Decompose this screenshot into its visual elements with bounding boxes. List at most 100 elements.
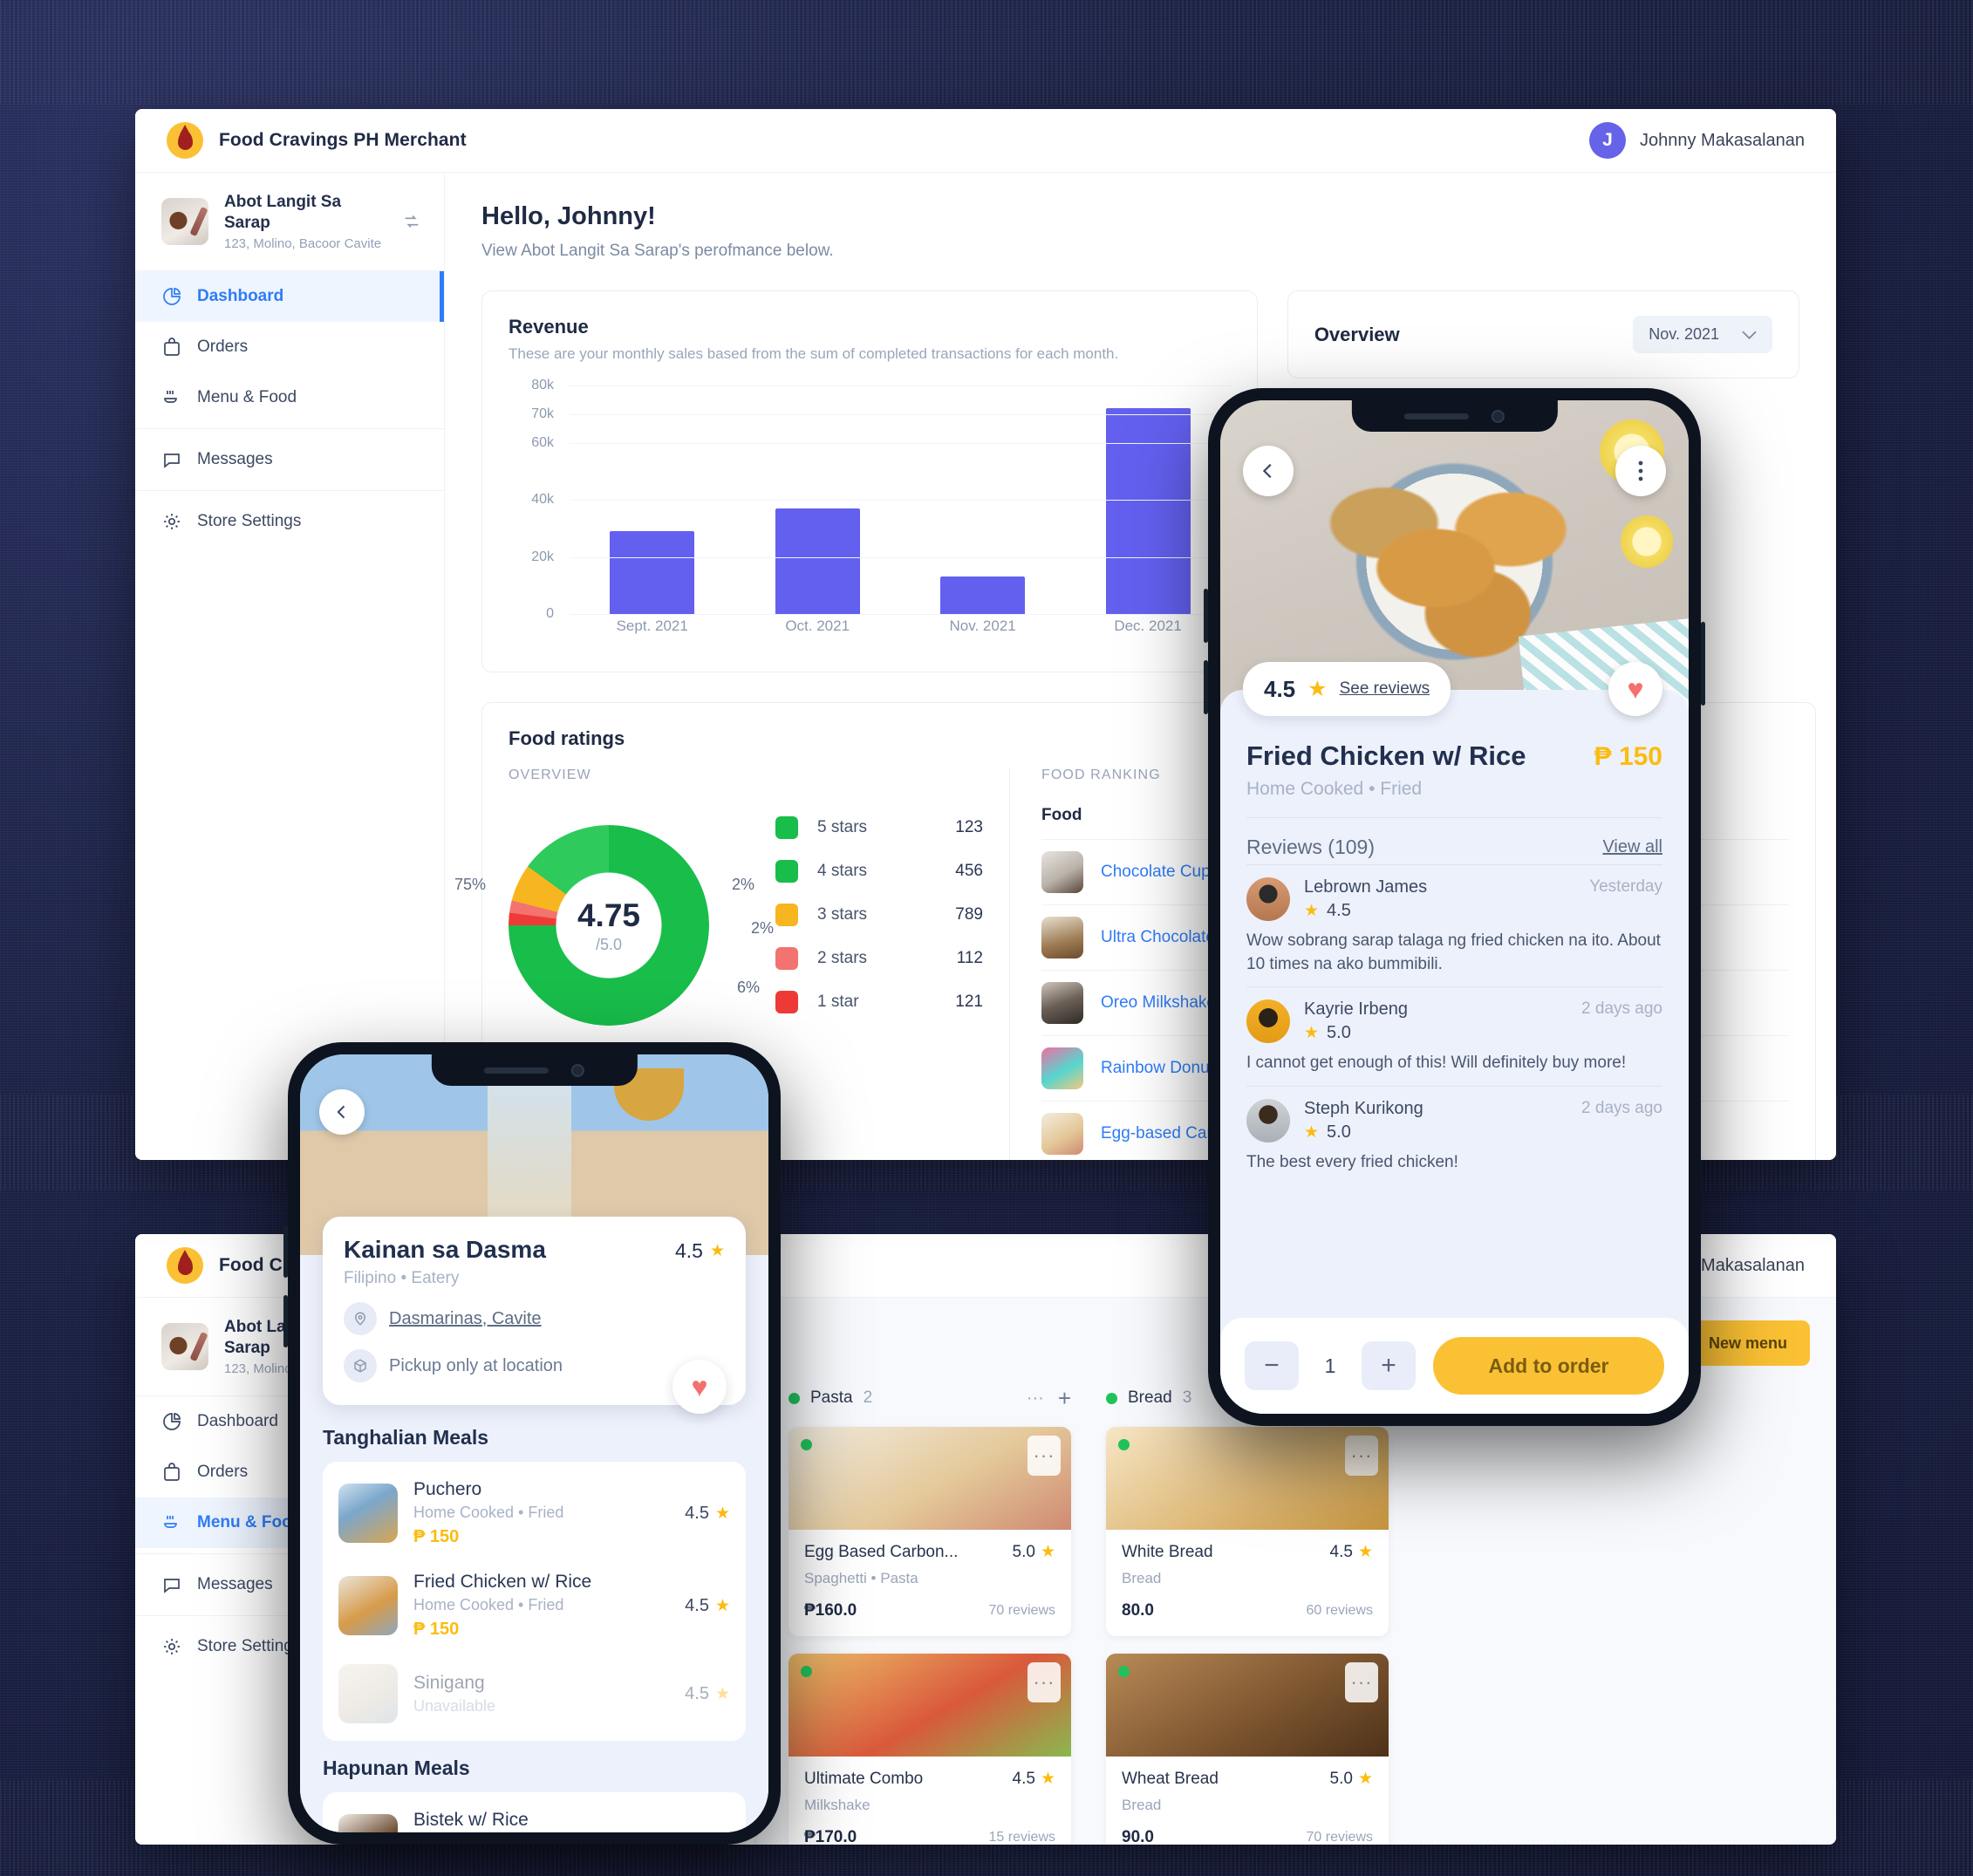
star-icon: ★ [1040,1770,1055,1788]
food-image: ··· [789,1654,1071,1757]
overview-card: Overview Nov. 2021 [1287,290,1799,379]
review-time: 2 days ago [1581,999,1662,1019]
food-card[interactable]: ··· Egg Based Carbon... 5.0 ★ Spaghetti •… [789,1427,1071,1636]
chart-gridline [570,413,1231,415]
ellipsis-icon[interactable]: ··· [1027,1388,1044,1409]
legend-swatch [775,991,798,1013]
bag-icon [164,1462,180,1481]
item-subtitle: Unavailable [413,1696,496,1715]
quantity-decrease-button[interactable]: − [1245,1341,1299,1390]
store-title: Kainan sa Dasma [344,1236,546,1263]
quantity-increase-button[interactable]: + [1362,1341,1416,1390]
revenue-bar-chart: 80k 70k 60k 40k 20k 0 Sept. 2021 Oct. 2021 Nov.… [509,378,1231,647]
add-to-order-button[interactable]: Add to order [1433,1337,1664,1395]
chart-bar[interactable] [775,508,860,614]
food-category: Bread [1122,1797,1162,1813]
item-name: Bistek w/ Rice [413,1810,529,1830]
food-name: Ultimate Combo [804,1769,924,1788]
legend-row: 3 stars 789 [775,904,983,926]
sidebar-label: Dashboard [197,1411,278,1430]
plus-icon[interactable]: + [1058,1387,1071,1409]
list-item[interactable]: Puchero Home Cooked • Fried ₱ 150 4.5 ★ [338,1467,730,1559]
user-menu[interactable]: J Johnny Makasalanan [1588,122,1805,159]
chart-gridline [570,556,1231,558]
list-item[interactable]: Bistek w/ Rice Home Cooked • Fried ₱ 150… [338,1798,730,1832]
food-subtitle: Home Cooked • Fried [1246,779,1423,799]
sidebar-item-orders[interactable]: Orders [135,322,444,372]
food-card[interactable]: ··· Ultimate Combo 4.5 ★ Milkshake ₱170.0… [789,1654,1071,1845]
sidebar-label: Store Settings [197,1636,302,1655]
item-name: Sinigang [413,1672,485,1693]
see-reviews-link[interactable]: See reviews [1340,679,1430,699]
chart-y-tick: 70k [531,406,554,421]
food-reviews: 70 reviews [1306,1830,1373,1845]
period-select[interactable]: Nov. 2021 [1633,316,1772,353]
item-name: Fried Chicken w/ Rice [413,1572,592,1592]
store-switcher[interactable]: Abot Langit Sa Sarap 123, Molino, Bacoor… [135,173,444,271]
reviewer-name: Steph Kurikong [1304,1098,1423,1118]
item-rating: 4.5 [685,1595,709,1615]
list-item[interactable]: Fried Chicken w/ Rice Home Cooked • Frie… [338,1559,730,1652]
column-count: 3 [1182,1388,1192,1407]
review-time: 2 days ago [1581,1098,1662,1117]
ellipsis-icon[interactable]: ··· [1027,1662,1061,1702]
ellipsis-icon[interactable]: ··· [1345,1436,1378,1476]
item-thumbnail [338,1664,398,1723]
chart-bar[interactable] [940,576,1026,614]
gear-icon [164,1638,180,1654]
ranking-food-name[interactable]: Oreo Milkshake [1101,993,1216,1013]
avatar [1246,1098,1290,1143]
sidebar-item-dashboard[interactable]: Dashboard [135,270,444,322]
star-icon: ★ [1307,677,1328,701]
package-icon [344,1349,377,1382]
back-button[interactable] [319,1089,365,1135]
item-subtitle: Home Cooked • Fried [413,1504,564,1521]
food-price: ₱ 150 [1594,742,1662,771]
star-icon: ★ [714,1504,730,1523]
star-icon: ★ [1357,1770,1373,1788]
store-menu-list[interactable]: Tanghalian Meals Puchero Home Cooked • F… [300,1410,768,1832]
favorite-button[interactable]: ♥ [1608,662,1662,716]
food-card[interactable]: ··· Wheat Bread 5.0 ★ Bread 90.0 70 revie… [1106,1654,1389,1845]
legend-row: 2 stars 112 [775,947,983,970]
food-rating: 4.5 [1264,675,1296,702]
food-rating: 5.0 [1012,1542,1035,1561]
board-column-pasta: Pasta 2 ··· + ··· Egg Based Carbon... 5.… [789,1387,1071,1845]
food-card[interactable]: ··· White Bread 4.5 ★ Bread 80.0 60 revie… [1106,1427,1389,1636]
food-name: Egg Based Carbon... [804,1542,959,1561]
menu-section-title: Hapunan Meals [323,1757,470,1779]
back-button[interactable] [1243,446,1294,496]
favorite-button[interactable]: ♥ [672,1360,727,1414]
donut-callout-5star: 75% [454,876,487,893]
sidebar-label: Orders [197,337,249,356]
status-dot-icon [1106,1392,1117,1404]
sidebar-item-menu-food[interactable]: Menu & Food [135,372,444,423]
swap-store-icon[interactable] [402,212,421,231]
new-menu-button[interactable]: New menu [1685,1320,1810,1366]
view-all-link[interactable]: View all [1602,837,1662,857]
ranking-food-name[interactable]: Rainbow Donut [1101,1059,1214,1078]
chevron-left-icon [1262,463,1272,479]
power-button [1701,622,1705,706]
store-pickup-note: Pickup only at location [389,1355,563,1375]
ellipsis-icon[interactable]: ··· [1345,1662,1378,1702]
legend-row: 4 stars 456 [775,860,983,883]
sidebar-item-messages[interactable]: Messages [135,434,444,485]
menu-section-title: Tanghalian Meals [323,1426,489,1449]
volume-down-button [283,1295,288,1347]
food-reviews: 60 reviews [1306,1603,1373,1618]
store-address: 123, Molino, Bacoor Cavite [224,235,382,251]
chart-bar[interactable] [610,531,695,614]
more-options-button[interactable] [1615,446,1666,496]
legend-label: 2 stars [817,949,868,967]
chat-icon [164,1578,180,1593]
phone-store-mockup: Kainan sa Dasma 4.5 ★ Filipino • Eatery D… [283,1042,781,1845]
sidebar-item-store-settings[interactable]: Store Settings [135,496,444,547]
ellipsis-icon[interactable]: ··· [1027,1436,1061,1476]
chart-bar[interactable] [1105,408,1191,614]
star-icon: ★ [1304,902,1320,920]
food-detail-sheet: 4.5 ★ See reviews ♥ Fried Chicken w/ Ric… [1220,662,1689,1414]
store-location[interactable]: Dasmarinas, Cavite [389,1309,542,1329]
item-rating: 4.5 [685,1503,709,1523]
review-text: The best every fried chicken! [1246,1152,1458,1171]
